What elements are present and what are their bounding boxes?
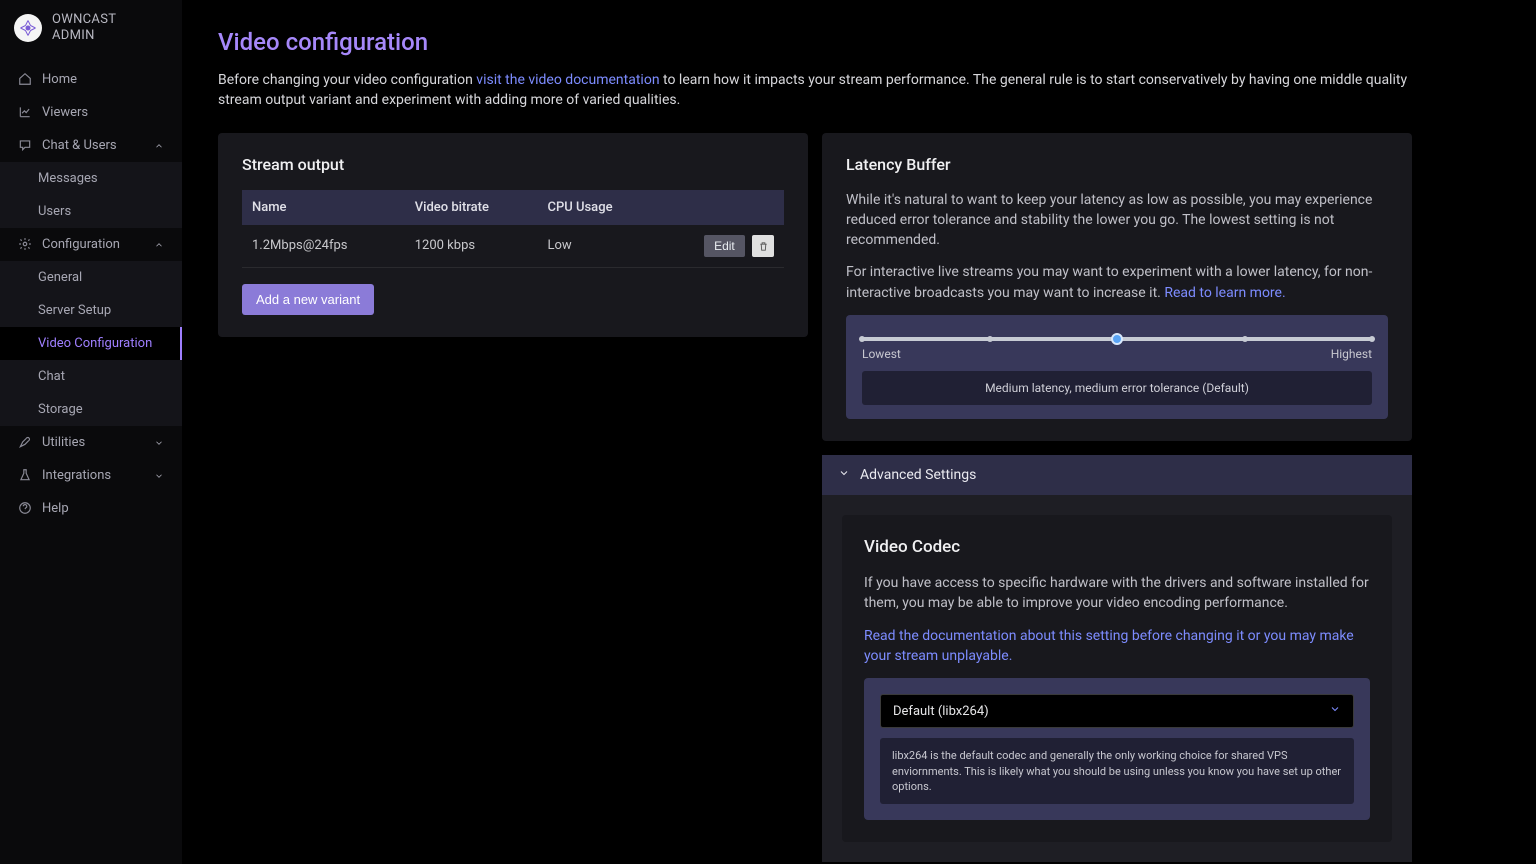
nav-sub-storage[interactable]: Storage (0, 393, 182, 426)
brand-line2: ADMIN (52, 28, 116, 44)
latency-slider[interactable] (862, 337, 1372, 341)
nav-help[interactable]: Help (0, 492, 182, 525)
stream-output-title: Stream output (242, 155, 784, 174)
nav-sub-server-setup[interactable]: Server Setup (0, 294, 182, 327)
page-intro: Before changing your video configuration… (218, 70, 1418, 111)
col-actions (657, 190, 784, 225)
nav-viewers[interactable]: Viewers (0, 96, 182, 129)
nav-configuration[interactable]: Configuration (0, 228, 182, 261)
codec-docs-link[interactable]: Read the documentation about this settin… (864, 628, 1354, 664)
nav-label-utilities: Utilities (42, 435, 85, 450)
cell-bitrate: 1200 kbps (405, 225, 538, 268)
slider-label-lowest: Lowest (862, 347, 901, 361)
brand-logo (14, 14, 42, 42)
nav-sub-video-config[interactable]: Video Configuration (0, 327, 182, 360)
chevron-up-icon (154, 239, 164, 249)
chevron-down-icon (838, 467, 850, 483)
slider-label-highest: Highest (1331, 347, 1372, 361)
cell-name: 1.2Mbps@24fps (242, 225, 405, 268)
col-cpu: CPU Usage (537, 190, 657, 225)
col-bitrate: Video bitrate (405, 190, 538, 225)
nav-sub-users[interactable]: Users (0, 195, 182, 228)
home-icon (18, 72, 32, 86)
add-variant-button[interactable]: Add a new variant (242, 284, 374, 315)
cell-cpu: Low (537, 225, 657, 268)
stream-output-panel: Stream output Name Video bitrate CPU Usa… (218, 133, 808, 338)
help-icon (18, 501, 32, 515)
latency-slider-box: Lowest Highest Medium latency, medium er… (846, 315, 1388, 419)
codec-title: Video Codec (864, 537, 1370, 557)
table-row: 1.2Mbps@24fps 1200 kbps Low Edit (242, 225, 784, 268)
delete-button[interactable] (752, 235, 774, 257)
advanced-title: Advanced Settings (860, 467, 976, 483)
brand: OWNCAST ADMIN (0, 0, 182, 57)
codec-select[interactable]: Default (libx264) (880, 694, 1354, 728)
page-title: Video configuration (218, 28, 1500, 56)
gear-icon (18, 237, 32, 251)
latency-learn-more-link[interactable]: Read to learn more. (1164, 285, 1285, 301)
nav-sub-chat[interactable]: Chat (0, 360, 182, 393)
advanced-toggle[interactable]: Advanced Settings (822, 455, 1412, 495)
labs-icon (18, 468, 32, 482)
codec-p1: If you have access to specific hardware … (864, 573, 1370, 614)
nav-label-viewers: Viewers (42, 105, 88, 120)
intro-docs-link[interactable]: visit the video documentation (476, 72, 659, 88)
slider-handle[interactable] (1111, 333, 1123, 345)
codec-box: Default (libx264) libx264 is the default… (864, 678, 1370, 820)
edit-button[interactable]: Edit (704, 235, 745, 257)
slider-step (1242, 336, 1248, 342)
nav-label-integrations: Integrations (42, 468, 111, 483)
codec-description: libx264 is the default codec and general… (880, 738, 1354, 804)
chat-icon (18, 138, 32, 152)
latency-status: Medium latency, medium error tolerance (… (862, 371, 1372, 405)
chevron-down-icon (154, 437, 164, 447)
advanced-panel: Advanced Settings Video Codec If you hav… (822, 455, 1412, 862)
tool-icon (18, 435, 32, 449)
brand-text: OWNCAST ADMIN (52, 12, 116, 45)
nav-utilities[interactable]: Utilities (0, 426, 182, 459)
nav-home[interactable]: Home (0, 63, 182, 96)
chart-icon (18, 105, 32, 119)
latency-p1: While it's natural to want to keep your … (846, 190, 1388, 251)
nav-label-config: Configuration (42, 237, 120, 252)
main-content: Video configuration Before changing your… (182, 0, 1536, 864)
codec-selected-value: Default (libx264) (893, 704, 989, 719)
nav-label-help: Help (42, 501, 69, 516)
slider-step (987, 336, 993, 342)
nav-label-home: Home (42, 72, 77, 87)
sidebar: OWNCAST ADMIN Home Viewers Chat & Users … (0, 0, 182, 864)
chevron-down-icon (1329, 703, 1341, 719)
nav-integrations[interactable]: Integrations (0, 459, 182, 492)
codec-panel: Video Codec If you have access to specif… (842, 515, 1392, 842)
latency-p2: For interactive live streams you may wan… (846, 262, 1388, 303)
nav-label-chat-users: Chat & Users (42, 138, 117, 153)
col-name: Name (242, 190, 405, 225)
nav-sub-general[interactable]: General (0, 261, 182, 294)
slider-step (859, 336, 865, 342)
latency-title: Latency Buffer (846, 155, 1388, 174)
chevron-up-icon (154, 140, 164, 150)
latency-panel: Latency Buffer While it's natural to wan… (822, 133, 1412, 441)
nav-chat-users[interactable]: Chat & Users (0, 129, 182, 162)
slider-step (1369, 336, 1375, 342)
brand-line1: OWNCAST (52, 12, 116, 28)
advanced-body: Video Codec If you have access to specif… (822, 495, 1412, 862)
chevron-down-icon (154, 470, 164, 480)
nav-sub-messages[interactable]: Messages (0, 162, 182, 195)
variant-table: Name Video bitrate CPU Usage 1.2Mbps@24f… (242, 190, 784, 269)
trash-icon (758, 241, 769, 252)
